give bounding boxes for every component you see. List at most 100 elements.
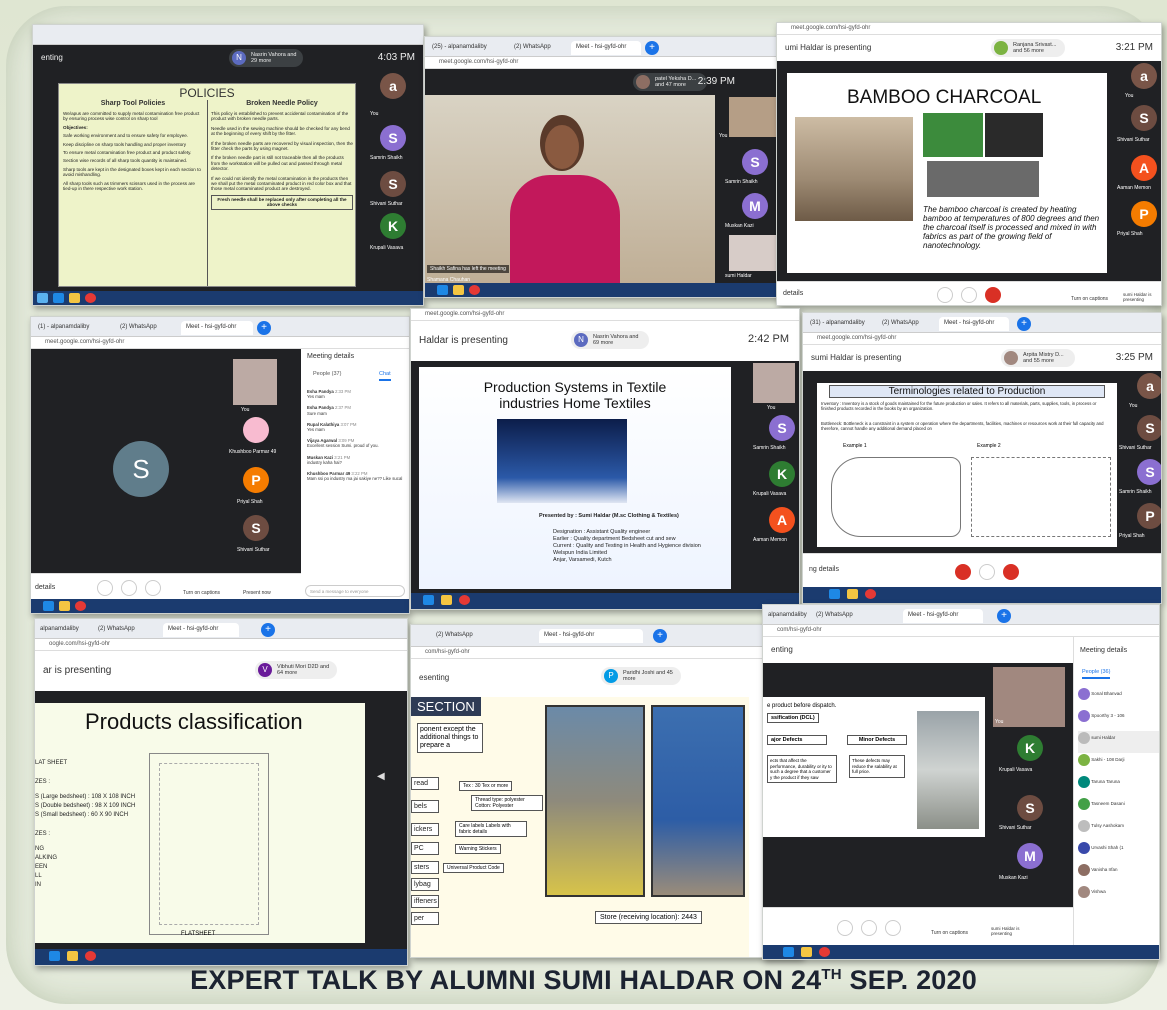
component-label: lybag bbox=[411, 878, 439, 891]
camera-button[interactable] bbox=[985, 287, 1001, 303]
media-icon[interactable] bbox=[43, 601, 54, 611]
presenting-label: sumi Haldar is presenting bbox=[811, 353, 902, 362]
media-icon[interactable] bbox=[437, 285, 448, 295]
new-tab-button[interactable]: + bbox=[261, 623, 275, 637]
participants-chip[interactable]: P Paridhi Joshi and 45 more bbox=[601, 667, 681, 685]
present-button[interactable]: sumi Haldar is presenting bbox=[991, 926, 1031, 936]
person-avatar bbox=[1078, 687, 1090, 700]
mic-button[interactable] bbox=[955, 564, 971, 580]
files-icon[interactable] bbox=[847, 589, 858, 599]
captions-button[interactable]: Turn on captions bbox=[183, 590, 220, 596]
participants-chip[interactable]: patel Yeksha D... and 47 more bbox=[633, 73, 707, 91]
meeting-details-link[interactable]: details bbox=[783, 290, 803, 297]
browser-tab[interactable]: (31) - alpanamdaliby bbox=[805, 317, 875, 331]
files-icon[interactable] bbox=[441, 595, 452, 605]
captions-button[interactable]: Turn on captions bbox=[1071, 296, 1108, 302]
chrome-icon[interactable] bbox=[819, 947, 830, 957]
hangup-button[interactable] bbox=[979, 564, 995, 580]
person-avatar bbox=[1078, 709, 1090, 722]
media-icon[interactable] bbox=[423, 595, 434, 605]
browser-tab[interactable]: Meet - hsi-gyfd-ohr bbox=[181, 321, 253, 335]
files-icon[interactable] bbox=[453, 285, 464, 295]
chrome-icon[interactable] bbox=[75, 601, 86, 611]
new-tab-button[interactable]: + bbox=[1017, 317, 1031, 331]
browser-tab[interactable]: Meet - hsi-gyfd-ohr bbox=[903, 609, 983, 623]
files-icon[interactable] bbox=[801, 947, 812, 957]
participants-chip[interactable]: N Nasrin Vahora and 29 more bbox=[229, 49, 303, 67]
mic-button[interactable] bbox=[937, 287, 953, 303]
store-slide: SECTION ponent except the additional thi… bbox=[411, 697, 749, 957]
new-tab-button[interactable]: + bbox=[645, 41, 659, 55]
browser-tab[interactable]: Meet - hsi-gyfd-ohr bbox=[163, 623, 239, 637]
start-icon[interactable] bbox=[37, 293, 48, 303]
browser-tab[interactable]: (2) WhatsApp bbox=[877, 317, 937, 331]
browser-tab[interactable]: Meet - hsi-gyfd-ohr bbox=[539, 629, 643, 643]
participants-chip[interactable]: Ranjana Srivast... and 56 more bbox=[991, 39, 1065, 57]
address-bar[interactable]: com/hsi-gyfd-ohr bbox=[411, 647, 801, 659]
participant-name: You bbox=[1129, 403, 1138, 409]
address-bar[interactable]: com/hsi-gyfd-ohr bbox=[763, 625, 1159, 637]
browser-tab[interactable]: Meet - hsi-gyfd-ohr bbox=[571, 41, 641, 55]
meeting-details-link[interactable]: details bbox=[35, 584, 55, 591]
person-avatar bbox=[1078, 885, 1090, 898]
camera-button[interactable] bbox=[145, 580, 161, 596]
browser-tab[interactable]: alpanamdaliby bbox=[763, 609, 807, 623]
camera-button[interactable] bbox=[1003, 564, 1019, 580]
present-button[interactable]: Present now bbox=[243, 590, 271, 596]
browser-tab-bar: (25) - alpanamdaliby (2) WhatsApp Meet -… bbox=[425, 37, 793, 57]
people-tab[interactable]: People (36) bbox=[1082, 669, 1111, 679]
meeting-details-link[interactable]: ng details bbox=[809, 566, 839, 573]
caption-main: EXPERT TALK BY ALUMNI SUMI HALDAR ON 24 bbox=[190, 965, 822, 995]
hangup-button[interactable] bbox=[861, 920, 877, 936]
mic-button[interactable] bbox=[97, 580, 113, 596]
new-tab-button[interactable]: + bbox=[997, 609, 1011, 623]
address-bar[interactable]: meet.google.com/hsi-gyfd-ohr bbox=[803, 333, 1161, 345]
media-icon[interactable] bbox=[783, 947, 794, 957]
files-icon[interactable] bbox=[69, 293, 80, 303]
browser-tab[interactable]: alpanamdaliby bbox=[35, 623, 91, 637]
person-avatar bbox=[1078, 863, 1090, 876]
participants-chip[interactable]: N Nasrin Vahora and 69 more bbox=[571, 331, 649, 349]
camera-button[interactable] bbox=[885, 920, 901, 936]
chrome-icon[interactable] bbox=[459, 595, 470, 605]
address-bar[interactable]: meet.google.com/hsi-gyfd-ohr bbox=[425, 57, 793, 69]
chrome-icon[interactable] bbox=[85, 293, 96, 303]
person-name: Tasneem Dasani bbox=[1091, 801, 1125, 806]
address-bar[interactable]: oogle.com/hsi-gyfd-ohr bbox=[35, 639, 407, 651]
hangup-button[interactable] bbox=[121, 580, 137, 596]
browser-tab[interactable]: (2) WhatsApp bbox=[115, 321, 179, 335]
media-icon[interactable] bbox=[49, 951, 60, 961]
browser-tab[interactable]: (2) WhatsApp bbox=[811, 609, 881, 623]
browser-tab[interactable]: (25) - alpanamdaliby bbox=[427, 41, 507, 55]
browser-tab[interactable]: (2) WhatsApp bbox=[431, 629, 535, 643]
captions-button[interactable]: Turn on captions bbox=[931, 930, 968, 936]
browser-tab[interactable]: (1) - alpanamdaliby bbox=[33, 321, 113, 335]
address-bar[interactable]: meet.google.com/hsi-gyfd-ohr bbox=[411, 309, 799, 321]
address-bar[interactable]: meet.google.com/hsi-gyfd-ohr bbox=[777, 23, 1161, 35]
chrome-icon[interactable] bbox=[469, 285, 480, 295]
present-button[interactable]: sumi Haldar is presenting bbox=[1123, 292, 1161, 302]
media-icon[interactable] bbox=[53, 293, 64, 303]
chat-input[interactable]: Send a message to everyone bbox=[305, 585, 405, 597]
chrome-icon[interactable] bbox=[865, 589, 876, 599]
media-icon[interactable] bbox=[829, 589, 840, 599]
component-label: sters bbox=[411, 861, 439, 874]
component-label: PC bbox=[411, 842, 439, 855]
collapse-arrow-icon[interactable]: ◀ bbox=[377, 771, 385, 782]
people-tab[interactable]: People (37) bbox=[313, 371, 341, 377]
browser-tab[interactable]: (2) WhatsApp bbox=[93, 623, 159, 637]
files-icon[interactable] bbox=[67, 951, 78, 961]
participants-chip[interactable]: V Vibhuti Mori D2D and 64 more bbox=[255, 661, 337, 679]
address-bar[interactable]: meet.google.com/hsi-gyfd-ohr bbox=[31, 337, 409, 349]
new-tab-button[interactable]: + bbox=[653, 629, 667, 643]
browser-tab[interactable]: Meet - hsi-gyfd-ohr bbox=[939, 317, 1009, 331]
chrome-icon[interactable] bbox=[85, 951, 96, 961]
participants-chip[interactable]: Arpita Mistry D... and 55 more bbox=[1001, 349, 1075, 367]
files-icon[interactable] bbox=[59, 601, 70, 611]
participant-name: You bbox=[767, 405, 776, 411]
hangup-button[interactable] bbox=[961, 287, 977, 303]
chat-tab[interactable]: Chat bbox=[379, 371, 391, 381]
new-tab-button[interactable]: + bbox=[257, 321, 271, 335]
browser-tab[interactable]: (2) WhatsApp bbox=[509, 41, 569, 55]
mic-button[interactable] bbox=[837, 920, 853, 936]
